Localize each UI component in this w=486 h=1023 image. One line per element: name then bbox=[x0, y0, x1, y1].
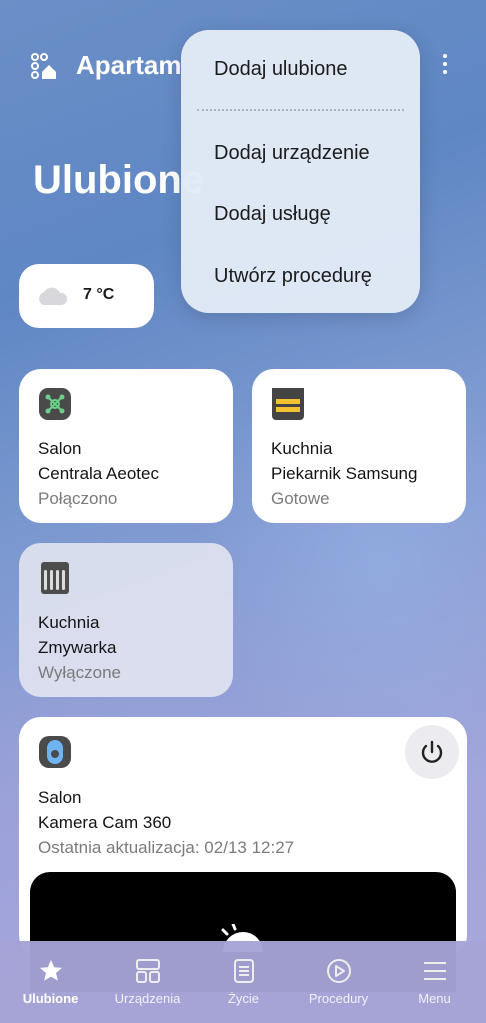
nav-tab-life[interactable]: Życie bbox=[195, 941, 292, 1023]
device-card-camera[interactable]: Salon Kamera Cam 360 Ostatnia aktualizac… bbox=[19, 717, 467, 992]
nav-label: Procedury bbox=[308, 991, 369, 1006]
device-status: Połączono bbox=[38, 489, 118, 508]
weather-card[interactable]: 7 °C bbox=[19, 264, 154, 328]
nav-label: Urządzenia bbox=[114, 991, 181, 1006]
device-status: Ostatnia aktualizacja: 02/13 12:27 bbox=[38, 838, 295, 857]
power-icon bbox=[421, 740, 443, 763]
menu-item-add-service[interactable]: Dodaj usługę bbox=[214, 203, 331, 226]
device-card-dishwasher[interactable]: Kuchnia Zmywarka Wyłączone bbox=[19, 543, 233, 697]
device-status: Gotowe bbox=[271, 489, 330, 508]
device-name: Kamera Cam 360 bbox=[38, 813, 172, 832]
menu-item-add-device[interactable]: Dodaj urządzenie bbox=[214, 142, 370, 165]
device-name: Piekarnik Samsung bbox=[271, 464, 418, 483]
menu-divider bbox=[197, 109, 404, 111]
device-name: Zmywarka bbox=[38, 638, 117, 657]
device-room: Salon bbox=[38, 788, 82, 807]
device-status: Wyłączone bbox=[38, 663, 121, 682]
cloud-icon bbox=[39, 287, 68, 305]
page-title: Ulubione bbox=[33, 158, 205, 202]
dishwasher-icon bbox=[41, 562, 69, 594]
nav-label: Ulubione bbox=[22, 991, 79, 1006]
hub-icon bbox=[39, 388, 71, 420]
oven-icon bbox=[272, 388, 304, 420]
home-title[interactable]: Apartam bbox=[76, 50, 181, 81]
menu-item-add-favorite[interactable]: Dodaj ulubione bbox=[214, 58, 347, 81]
star-icon bbox=[40, 960, 62, 981]
device-card-oven[interactable]: Kuchnia Piekarnik Samsung Gotowe bbox=[252, 369, 466, 523]
temperature-value: 7 °C bbox=[83, 286, 115, 303]
camera-icon bbox=[39, 736, 71, 768]
nav-tab-routines[interactable]: Procedury bbox=[290, 941, 387, 1023]
more-options-icon[interactable] bbox=[432, 50, 458, 80]
nav-label: Życie bbox=[227, 991, 260, 1006]
devices-icon bbox=[136, 959, 160, 983]
power-button[interactable] bbox=[405, 725, 459, 779]
nav-tab-devices[interactable]: Urządzenia bbox=[99, 941, 196, 1023]
device-room: Kuchnia bbox=[38, 613, 100, 632]
life-icon bbox=[234, 959, 254, 983]
nav-label: Menu bbox=[418, 991, 451, 1006]
options-menu: Dodaj ulubione Dodaj urządzenie Dodaj us… bbox=[181, 30, 420, 313]
menu-item-create-routine[interactable]: Utwórz procedurę bbox=[214, 265, 372, 288]
device-name: Centrala Aeotec bbox=[38, 464, 159, 483]
device-card-hub[interactable]: Salon Centrala Aeotec Połączono bbox=[19, 369, 233, 523]
device-room: Kuchnia bbox=[271, 439, 333, 458]
nav-tab-favorites[interactable]: Ulubione bbox=[2, 941, 99, 1023]
smart-home-icon[interactable] bbox=[30, 52, 58, 80]
device-room: Salon bbox=[38, 439, 82, 458]
bottom-navigation: Ulubione Urządzenia Życie Procedury Menu bbox=[0, 941, 486, 1023]
menu-icon bbox=[424, 962, 446, 980]
nav-tab-menu[interactable]: Menu bbox=[386, 941, 483, 1023]
play-icon bbox=[327, 959, 351, 983]
